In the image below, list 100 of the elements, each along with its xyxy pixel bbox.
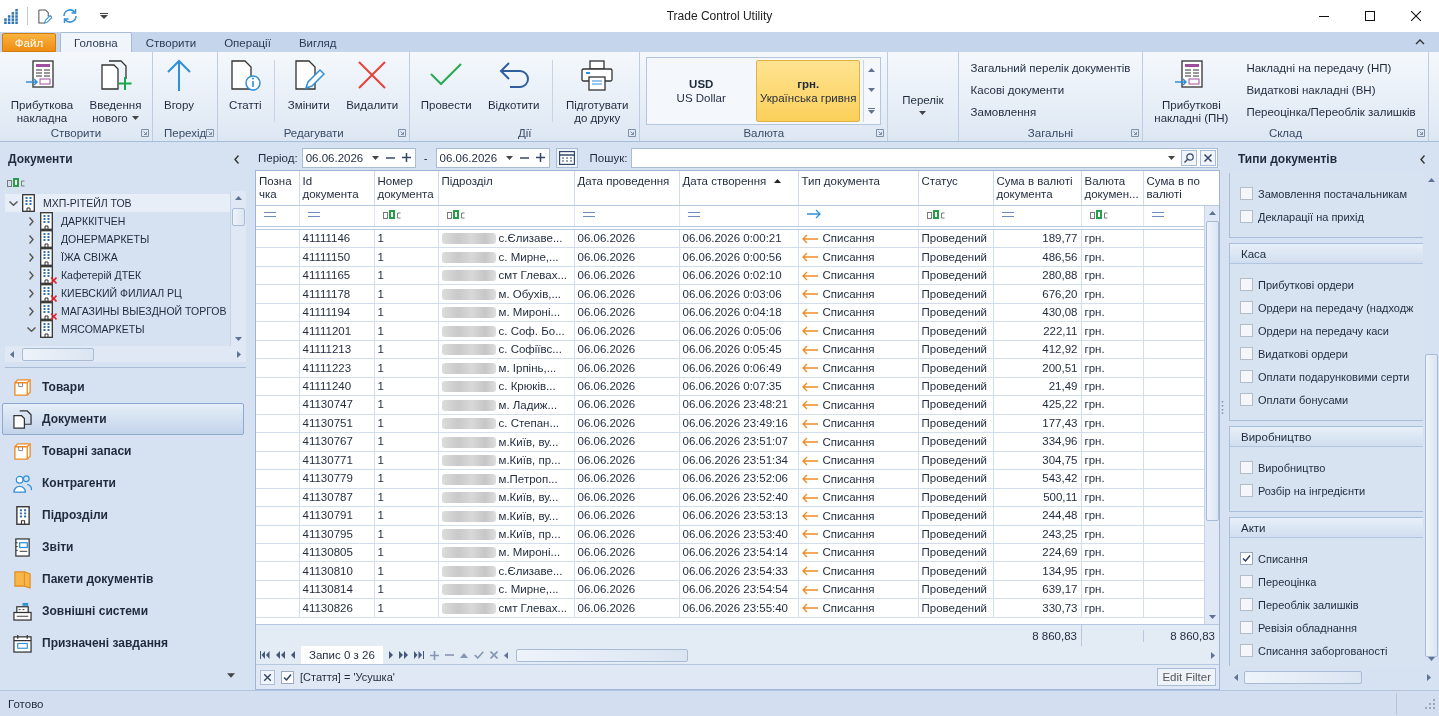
- ribbon-link[interactable]: Загальний перелік документів: [970, 60, 1131, 77]
- scroll-left-icon[interactable]: [10, 350, 14, 358]
- scrollbar-thumb[interactable]: [1205, 221, 1219, 521]
- ribbon-tab[interactable]: Вигляд: [284, 33, 351, 52]
- tree-item[interactable]: Кафетерій ДТЕК: [5, 266, 230, 284]
- navigation-item[interactable]: Зовнішні системи: [2, 595, 244, 627]
- search-icon[interactable]: [1181, 149, 1197, 166]
- date-field[interactable]: 06.06.2026: [301, 147, 416, 168]
- refresh-icon[interactable]: [61, 8, 79, 24]
- expand-chevron-icon[interactable]: [29, 234, 34, 244]
- splitter-grip-icon[interactable]: [1221, 401, 1224, 414]
- navigation-item[interactable]: Звіти: [2, 531, 244, 563]
- clear-icon[interactable]: [1200, 149, 1216, 166]
- checkbox[interactable]: [1240, 324, 1253, 337]
- app-icon[interactable]: [4, 8, 18, 24]
- column-header[interactable]: Дата проведення: [574, 171, 679, 205]
- scroll-up-icon[interactable]: [235, 196, 242, 200]
- dropdown-caret-icon[interactable]: [1168, 155, 1175, 160]
- checkbox[interactable]: [1240, 370, 1253, 383]
- size-grip-icon[interactable]: [1425, 698, 1435, 709]
- checkbox-option[interactable]: Ордери на передачу (надходж: [1240, 296, 1423, 319]
- checkbox[interactable]: [1240, 278, 1253, 291]
- ribbon-link[interactable]: Замовлення: [970, 104, 1131, 121]
- scroll-up-icon[interactable]: [867, 68, 875, 72]
- checkbox-option[interactable]: Ревізія обладнання: [1240, 616, 1423, 639]
- ribbon-tab[interactable]: Операції: [210, 33, 285, 52]
- cross-icon[interactable]: [489, 651, 498, 659]
- search-field[interactable]: [631, 147, 1218, 168]
- ribbon-button[interactable]: Підготувати до друку: [559, 56, 636, 124]
- checkbox-option[interactable]: Ордери на передачу каси: [1240, 319, 1423, 342]
- checkbox-option[interactable]: Оплати бонусами: [1240, 388, 1423, 411]
- scrollbar-thumb[interactable]: [232, 208, 245, 226]
- ribbon-button[interactable]: Провести: [414, 56, 479, 124]
- next-page-icon[interactable]: [398, 651, 408, 659]
- vertical-scrollbar[interactable]: [230, 191, 246, 346]
- navigation-item[interactable]: Товарні запаси: [2, 435, 244, 467]
- checkbox-option[interactable]: Списання: [1240, 547, 1423, 570]
- dialog-launcher-icon[interactable]: [876, 129, 885, 137]
- scroll-down-icon[interactable]: [235, 337, 242, 341]
- customize-menu-icon[interactable]: [100, 13, 108, 19]
- scroll-right-icon[interactable]: [237, 350, 241, 358]
- checkbox[interactable]: [1240, 598, 1253, 611]
- minus-icon[interactable]: [444, 654, 454, 656]
- tree-item[interactable]: ДАРККІТЧЕН: [5, 212, 230, 230]
- column-header[interactable]: Підрозділ: [438, 171, 574, 205]
- checkbox[interactable]: [1240, 461, 1253, 474]
- collapse-chevron-icon[interactable]: [27, 326, 36, 332]
- ribbon-button[interactable]: Змінити: [281, 56, 337, 124]
- expand-chevron-icon[interactable]: [29, 270, 34, 280]
- filter-field[interactable]: [438, 205, 574, 228]
- filter-field[interactable]: [374, 205, 438, 228]
- ribbon-button[interactable]: Введення нового: [83, 56, 148, 124]
- date-field[interactable]: 06.06.2026: [435, 147, 550, 168]
- checkbox[interactable]: [1240, 187, 1253, 200]
- ribbon-button[interactable]: Видалити: [339, 56, 406, 124]
- next-record-icon[interactable]: [388, 651, 393, 659]
- ribbon-button[interactable]: Вгору: [157, 56, 201, 124]
- ribbon-button[interactable]: Прибуткові накладні (ПН): [1147, 56, 1236, 124]
- checkbox-option[interactable]: Видаткові ордери: [1240, 342, 1423, 365]
- dialog-launcher-icon[interactable]: [141, 128, 149, 137]
- checkbox[interactable]: [1240, 644, 1253, 657]
- checkbox[interactable]: [281, 670, 294, 684]
- expand-chevron-icon[interactable]: [29, 306, 34, 316]
- collapse-chevron-icon[interactable]: [9, 200, 18, 206]
- previous-record-icon[interactable]: [291, 651, 295, 659]
- last-record-icon[interactable]: [413, 651, 424, 659]
- dialog-launcher-icon[interactable]: [206, 128, 215, 137]
- currency-option[interactable]: грн. Українська гривня: [756, 60, 861, 122]
- up-triangle-icon[interactable]: [459, 652, 468, 658]
- ribbon-link[interactable]: Видаткові накладні (ВН): [1246, 82, 1416, 99]
- checkbox[interactable]: [1240, 210, 1253, 223]
- tree-item[interactable]: МЯСОМАРКЕТЫ: [5, 320, 230, 338]
- ribbon-button[interactable]: Відкотити: [481, 56, 547, 124]
- expand-chevron-icon[interactable]: [29, 252, 34, 262]
- ribbon-link[interactable]: Касові документи: [970, 82, 1131, 99]
- edit-filter-button[interactable]: Edit Filter: [1157, 668, 1216, 686]
- checkbox-option[interactable]: Замовлення постачальникам: [1240, 182, 1423, 205]
- filter-field[interactable]: [1081, 205, 1143, 228]
- checkbox[interactable]: [1240, 575, 1253, 588]
- dialog-launcher-icon[interactable]: [398, 128, 407, 137]
- ribbon-tab[interactable]: Створити: [131, 33, 211, 52]
- ribbon-button[interactable]: Прибуткова накладна: [4, 56, 80, 124]
- column-header[interactable]: Дата створення: [679, 171, 798, 205]
- scroll-down-icon[interactable]: [1208, 615, 1216, 619]
- column-header[interactable]: Статус: [918, 171, 993, 205]
- filter-field[interactable]: [256, 205, 299, 228]
- filter-field[interactable]: [918, 205, 993, 228]
- ribbon-link[interactable]: Переоцінка/Переоблік залишків: [1246, 104, 1416, 121]
- scrollbar-thumb[interactable]: [1424, 354, 1438, 657]
- tree-item[interactable]: КИЕВСКИЙ ФИЛИАЛ РЦ: [5, 284, 230, 302]
- column-header[interactable]: Валюта докумен...: [1081, 171, 1143, 205]
- scroll-down-icon[interactable]: [867, 88, 875, 92]
- collapse-panel-icon[interactable]: [234, 154, 239, 164]
- scrollbar-thumb[interactable]: [515, 648, 688, 662]
- expand-chevron-icon[interactable]: [29, 288, 34, 298]
- ribbon-tab[interactable]: Головна: [60, 32, 132, 52]
- text-filter-icon[interactable]: [7, 177, 25, 187]
- close-icon[interactable]: [1411, 11, 1421, 21]
- scroll-up-icon[interactable]: [1427, 178, 1435, 182]
- checkbox-option[interactable]: Декларації на прихід: [1240, 205, 1423, 228]
